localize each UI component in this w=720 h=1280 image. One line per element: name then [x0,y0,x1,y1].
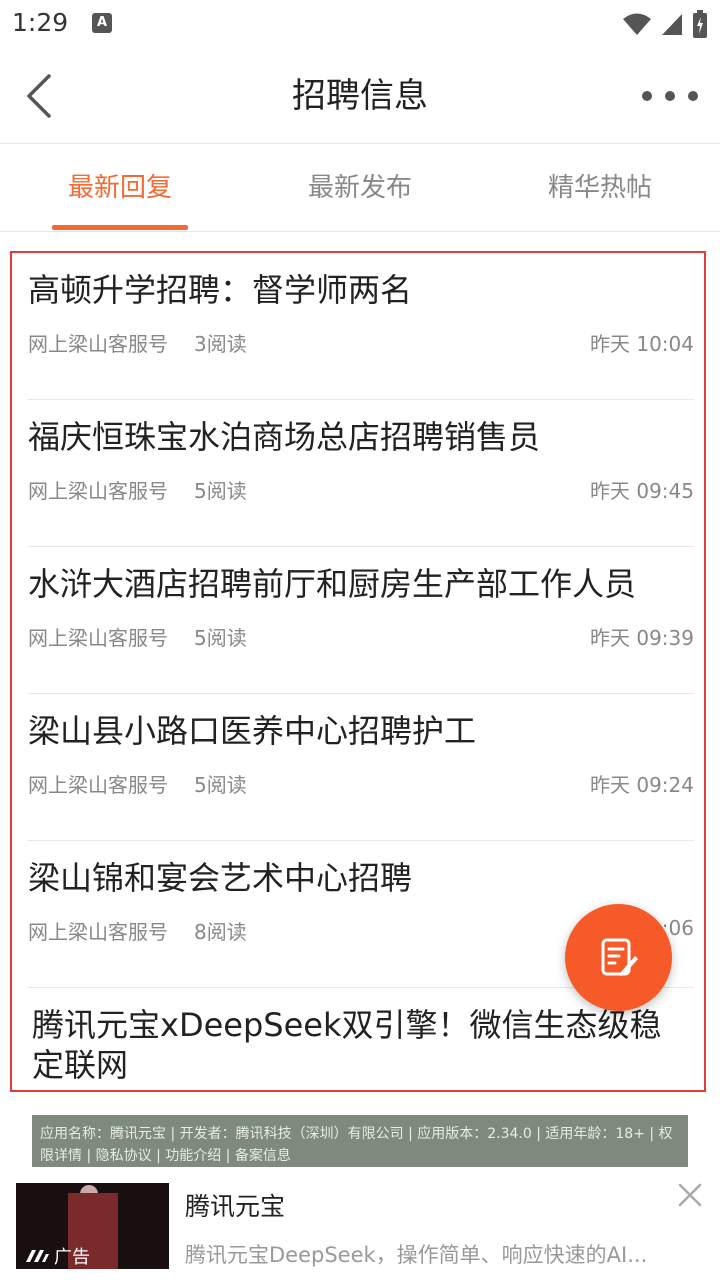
page: 1:29 A 招聘信息 最新回复 最新发布 精华热帖 高顿升学招聘：督学师两名 … [0,0,720,1280]
tab-bar: 最新回复 最新发布 精华热帖 [0,145,720,232]
post-author: 网上梁山客服号 [28,920,168,944]
post-author: 网上梁山客服号 [28,626,168,650]
post-author: 网上梁山客服号 [28,332,168,356]
tab-latest-reply[interactable]: 最新回复 [0,145,240,232]
post-title: 梁山县小路口医养中心招聘护工 [28,712,477,750]
ad-thumbnail: 广告 [16,1183,169,1269]
status-bar: 1:29 A [0,0,720,48]
back-button[interactable] [14,68,62,124]
ad-badge: 广告 [24,1243,90,1269]
post-time: 昨天 09:24 [590,773,694,797]
list-item[interactable]: 福庆恒珠宝水泊商场总店招聘销售员 网上梁山客服号 5阅读 昨天 09:45 [28,400,694,547]
more-dots-icon [642,91,652,101]
post-time: 昨天 09:45 [590,479,694,503]
more-dots-icon [665,91,675,101]
notification-icon: A [92,13,112,33]
ad-post-title[interactable]: 腾讯元宝xDeepSeek双引擎！微信生态级稳定联网 [32,1005,682,1085]
list-item[interactable]: 高顿升学招聘：督学师两名 网上梁山客服号 3阅读 昨天 10:04 [28,253,694,400]
back-arrow-icon [27,74,51,118]
list-item[interactable]: 梁山县小路口医养中心招聘护工 网上梁山客服号 5阅读 昨天 09:24 [28,694,694,841]
list-item[interactable]: 水浒大酒店招聘前厅和厨房生产部工作人员 网上梁山客服号 5阅读 昨天 09:39 [28,547,694,694]
close-icon [678,1183,702,1207]
more-dots-icon [688,91,698,101]
new-post-button[interactable] [565,904,672,1011]
post-reads: 5阅读 [194,479,247,503]
ad-description: 腾讯元宝DeepSeek，操作简单、响应快速的AI... [185,1243,648,1267]
post-title: 水浒大酒店招聘前厅和厨房生产部工作人员 [28,565,637,603]
ad-close-button[interactable] [676,1181,704,1209]
tab-latest-post[interactable]: 最新发布 [240,145,480,232]
page-title: 招聘信息 [292,76,428,116]
post-author: 网上梁山客服号 [28,773,168,797]
bottom-ad-banner[interactable]: 广告 腾讯元宝 腾讯元宝DeepSeek，操作简单、响应快速的AI... [0,1167,720,1280]
post-time: 昨天 09:39 [590,626,694,650]
edit-note-icon [601,938,638,976]
post-reads: 5阅读 [194,773,247,797]
post-title: 高顿升学招聘：督学师两名 [28,271,413,309]
post-time: 昨天 10:04 [590,332,694,356]
post-title: 梁山锦和宴会艺术中心招聘 [28,859,413,897]
post-author: 网上梁山客服号 [28,479,168,503]
ad-app-name: 腾讯元宝 [185,1192,286,1221]
ad-badge-label: 广告 [54,1247,90,1268]
battery-icon [693,10,707,38]
post-reads: 3阅读 [194,332,247,356]
ad-info-text: 应用名称：腾讯元宝 | 开发者：腾讯科技（深圳）有限公司 | 应用版本：2.34… [40,1126,673,1164]
ad-info-bar[interactable]: 应用名称：腾讯元宝 | 开发者：腾讯科技（深圳）有限公司 | 应用版本：2.34… [32,1115,688,1167]
status-time: 1:29 [12,8,69,37]
tab-featured[interactable]: 精华热帖 [480,145,720,232]
post-title: 福庆恒珠宝水泊商场总店招聘销售员 [28,418,541,456]
ad-logo-icon [26,1250,49,1262]
more-button[interactable] [642,74,698,118]
title-bar: 招聘信息 [0,48,720,144]
status-icons [622,10,708,38]
active-tab-indicator [52,225,188,230]
post-reads: 8阅读 [194,920,247,944]
post-reads: 5阅读 [194,626,247,650]
wifi-icon [623,13,651,35]
signal-icon [662,14,682,35]
